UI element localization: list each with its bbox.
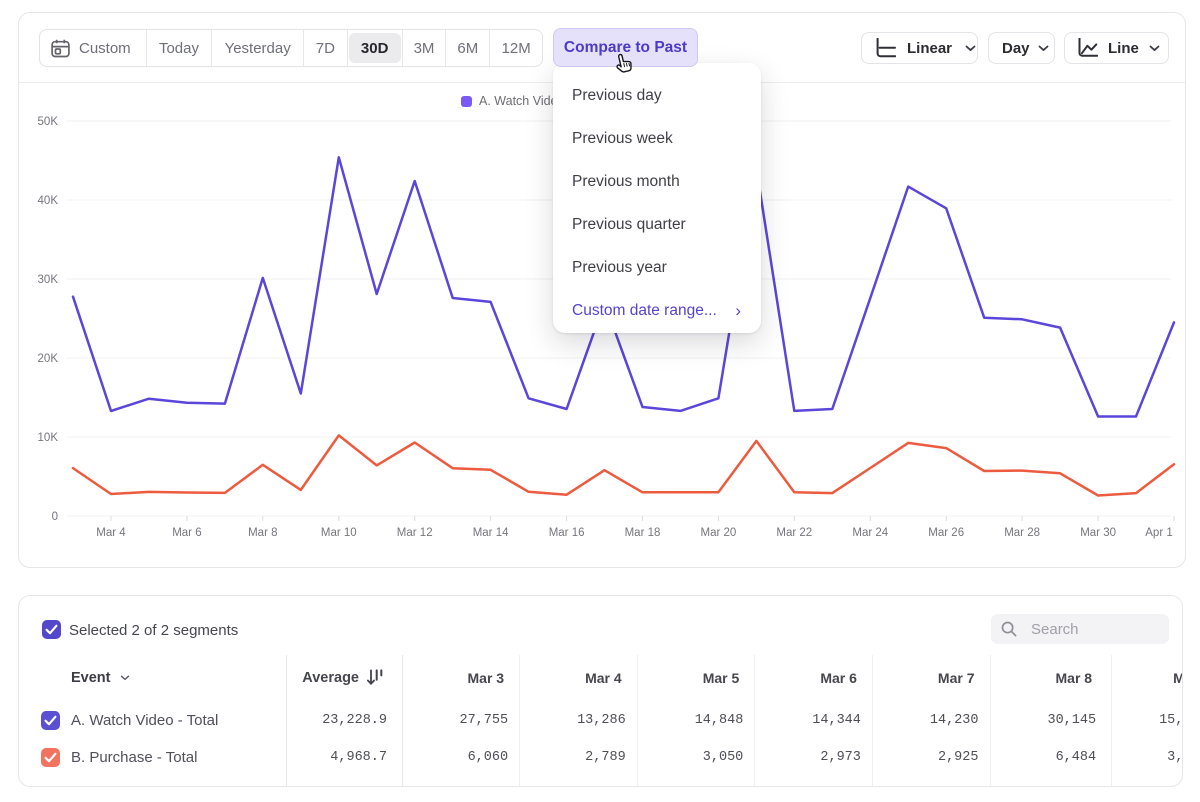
svg-text:Apr 1: Apr 1: [1145, 527, 1173, 539]
svg-text:Mar 10: Mar 10: [321, 527, 357, 539]
svg-text:Mar 18: Mar 18: [625, 527, 661, 539]
svg-text:Mar 26: Mar 26: [928, 527, 964, 539]
svg-text:Mar 20: Mar 20: [701, 527, 737, 539]
svg-text:Mar 4: Mar 4: [96, 527, 126, 539]
svg-text:50K: 50K: [38, 116, 59, 128]
svg-text:Mar 28: Mar 28: [1004, 527, 1040, 539]
svg-text:Mar 12: Mar 12: [397, 527, 433, 539]
svg-text:Mar 6: Mar 6: [172, 527, 201, 539]
svg-text:Mar 14: Mar 14: [473, 527, 509, 539]
svg-text:30K: 30K: [38, 274, 59, 286]
svg-text:Mar 30: Mar 30: [1080, 527, 1116, 539]
svg-text:Mar 22: Mar 22: [776, 527, 812, 539]
svg-text:40K: 40K: [38, 195, 59, 207]
svg-text:Mar 8: Mar 8: [248, 527, 277, 539]
svg-text:Mar 16: Mar 16: [549, 527, 585, 539]
svg-text:0: 0: [52, 511, 58, 523]
svg-text:10K: 10K: [38, 432, 59, 444]
svg-text:Mar 24: Mar 24: [852, 527, 888, 539]
svg-text:20K: 20K: [38, 353, 59, 365]
